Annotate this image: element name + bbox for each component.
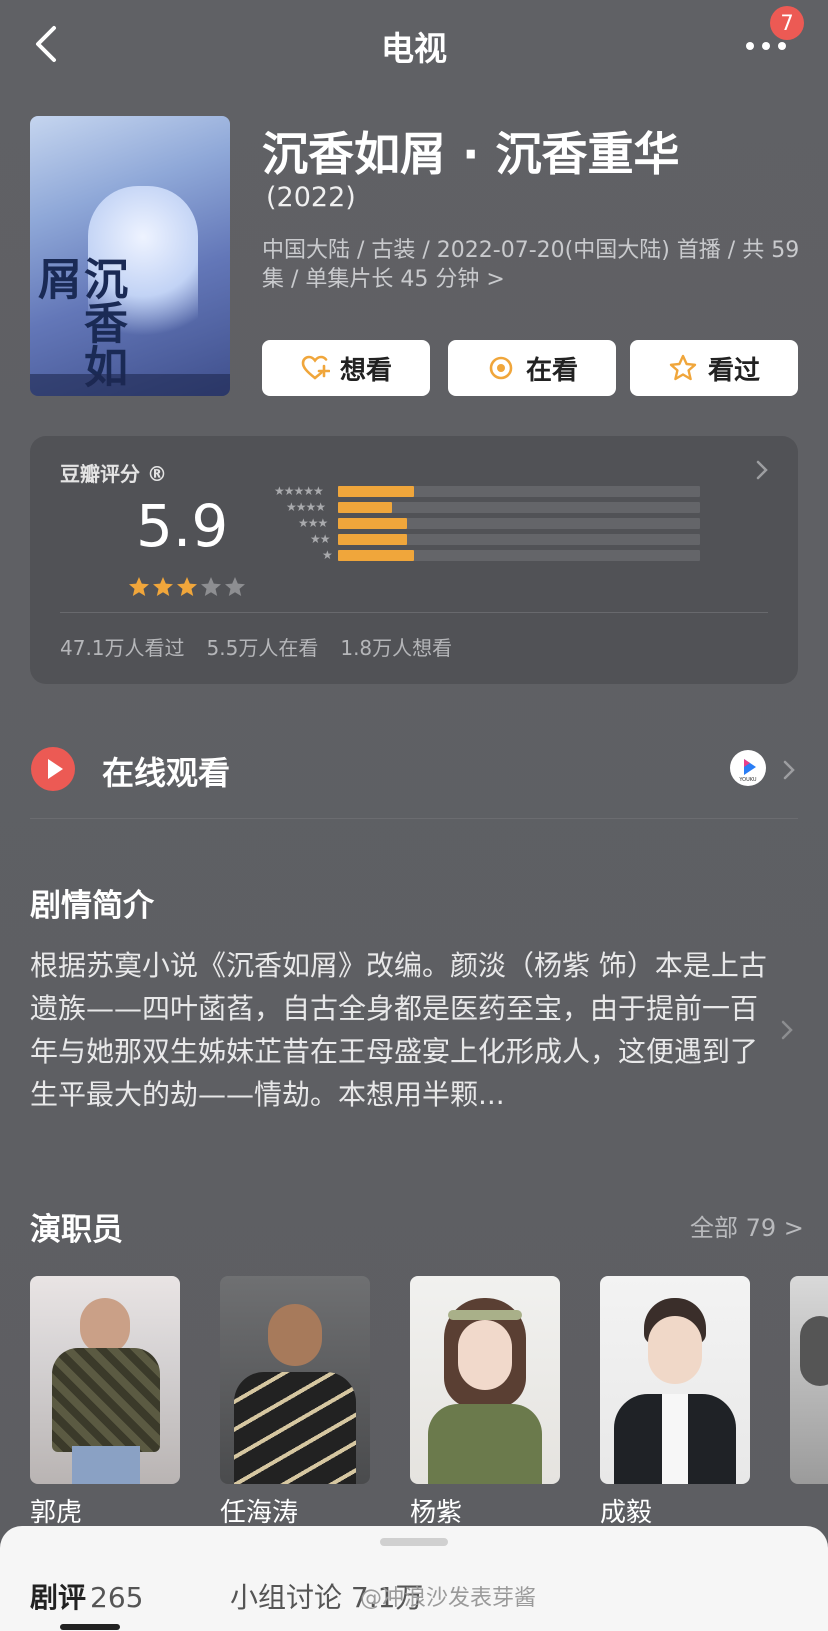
poster-strip (30, 374, 230, 396)
histogram-bar (338, 486, 414, 497)
histogram-star-label: ★ (322, 548, 333, 562)
histogram-star-label: ★★★ (298, 516, 328, 530)
chevron-right-icon[interactable] (782, 758, 796, 782)
histogram-bar (338, 502, 392, 513)
star-outline-icon (669, 354, 697, 381)
cast-photo (600, 1276, 750, 1484)
cast-card[interactable]: 成毅 (600, 1276, 750, 1528)
tab-reviews-label: 剧评 (30, 1581, 87, 1614)
cast-title: 演职员 (30, 1212, 123, 1248)
want-to-watch-label: 想看 (339, 355, 392, 386)
stat-watching: 5.5万人在看 (206, 636, 319, 660)
histogram-track (338, 502, 700, 513)
drag-handle[interactable] (380, 1538, 448, 1546)
watching-button[interactable]: 在看 (448, 340, 616, 396)
histogram-track (338, 550, 700, 561)
histogram-track (338, 518, 700, 529)
rating-score: 5.9 (136, 492, 229, 560)
play-circle-icon (31, 747, 75, 791)
histogram-track (338, 534, 700, 545)
cast-name: 郭虎 (30, 1498, 83, 1528)
cast-photo (220, 1276, 370, 1484)
histogram-star-label: ★★★★★ (274, 484, 324, 498)
chevron-right-icon[interactable] (780, 1018, 794, 1042)
want-to-watch-button[interactable]: 想看 (262, 340, 430, 396)
online-watch-label: 在线观看 (102, 754, 231, 792)
cast-name: 成毅 (600, 1498, 653, 1528)
histogram-bar (338, 534, 407, 545)
watched-button[interactable]: 看过 (630, 340, 798, 396)
movie-title: 沉香如屑 · 沉香重华 (262, 127, 680, 181)
histogram-row: ★★★★★ (254, 484, 700, 498)
tab-reviews-count: 265 (90, 1581, 144, 1614)
star-filled-icon (153, 577, 173, 596)
watching-circle-icon (489, 356, 513, 380)
header: 电视 7 (0, 0, 828, 88)
star-empty-icon (225, 577, 245, 596)
cast-photo (410, 1276, 560, 1484)
histogram-row: ★★★★ (254, 500, 700, 514)
histogram-row: ★★ (254, 532, 700, 546)
stat-watched: 47.1万人看过 (60, 636, 185, 660)
watching-label: 在看 (525, 355, 578, 386)
cast-card[interactable]: 任海涛 (220, 1276, 370, 1528)
star-filled-icon (129, 577, 149, 596)
cast-card[interactable]: 郭虎 (30, 1276, 180, 1528)
cast-name: 任海涛 (220, 1498, 299, 1528)
rating-stats: 47.1万人看过 5.5万人在看 1.8万人想看 (60, 632, 452, 661)
cast-photo (790, 1276, 828, 1484)
cast-photo (30, 1276, 180, 1484)
synopsis-title: 剧情简介 (30, 888, 154, 924)
watched-label: 看过 (707, 355, 760, 386)
star-empty-icon (201, 577, 221, 596)
rating-label: 豆瓣评分 ® (60, 462, 167, 486)
chevron-right-icon[interactable] (754, 458, 770, 482)
cast-card[interactable]: 杨紫 (410, 1276, 560, 1528)
svg-text:YOUKU: YOUKU (738, 777, 757, 783)
cast-name: 杨紫 (410, 1498, 463, 1528)
histogram-star-label: ★★ (310, 532, 330, 546)
watermark: @冲浪沙发表芽酱 (360, 1586, 537, 1611)
page-title: 电视 (381, 29, 447, 68)
stat-want: 1.8万人想看 (340, 636, 453, 660)
heart-plus-icon (301, 355, 330, 380)
rating-panel[interactable]: 豆瓣评分 ® 5.9 ★★★★★ ★★★★ ★★★ ★★ ★ 47.1万人看过 5.5万… (30, 436, 798, 684)
youku-icon: YOUKU (730, 750, 766, 786)
divider (30, 818, 798, 819)
cast-all-link[interactable]: 全部 79 > (690, 1208, 804, 1243)
movie-meta[interactable]: 中国大陆 / 古装 / 2022-07-20(中国大陆) 首播 / 共 59 集… (262, 236, 802, 294)
tab-underline (60, 1624, 120, 1630)
histogram-row: ★★★ (254, 516, 700, 530)
online-watch-row[interactable]: 在线观看 YOUKU (30, 730, 798, 810)
synopsis-text[interactable]: 根据苏寞小说《沉香如屑》改编。颜淡（杨紫 饰）本是上古遗族——四叶菡萏，自古全身… (30, 944, 768, 1116)
star-filled-icon (177, 577, 197, 596)
histogram-bar (338, 550, 414, 561)
poster-image[interactable]: 沉香如屑 (30, 116, 230, 396)
tab-reviews[interactable]: 剧评 265 (30, 1576, 143, 1616)
page: 电视 7 沉香如屑 沉香如屑 · 沉香重华 (2022) 中国大陆 / 古装 /… (0, 0, 828, 1631)
histogram-star-label: ★★★★ (286, 500, 326, 514)
histogram-row: ★ (254, 548, 700, 562)
rating-stars (128, 576, 246, 598)
bottom-sheet[interactable]: 剧评 265 小组讨论 7.1万 @冲浪沙发表芽酱 (0, 1526, 828, 1631)
histogram-bar (338, 518, 407, 529)
divider (60, 612, 768, 613)
histogram-track (338, 486, 700, 497)
notification-badge: 7 (770, 6, 804, 40)
cast-card[interactable]: 张睿 (790, 1276, 828, 1484)
movie-year: (2022) (266, 182, 356, 213)
